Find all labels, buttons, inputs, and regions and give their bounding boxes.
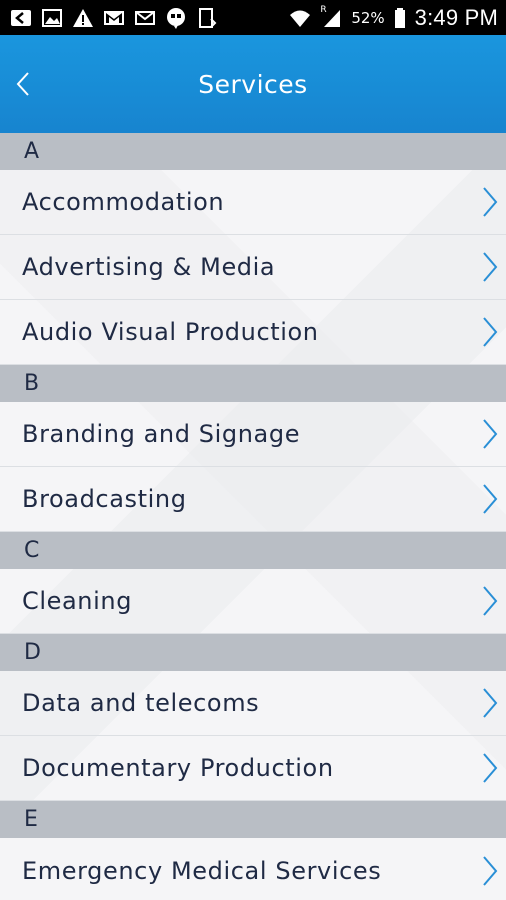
list-item-data-and-telecoms[interactable]: Data and telecoms <box>0 671 506 736</box>
chevron-right-icon <box>480 185 500 219</box>
list-item-cleaning[interactable]: Cleaning <box>0 569 506 634</box>
email-icon <box>134 7 156 29</box>
status-bar: R 52% 3:49 PM <box>0 0 506 35</box>
section-header-d: D <box>0 634 506 671</box>
list-item-label: Emergency Medical Services <box>22 856 382 885</box>
warning-icon <box>72 7 94 29</box>
list-item-label: Audio Visual Production <box>22 318 319 346</box>
app-header: Services <box>0 35 506 133</box>
roaming-indicator: R <box>320 4 327 15</box>
notification-icons <box>10 7 218 29</box>
section-header-e: E <box>0 801 506 838</box>
list-item-branding-and-signage[interactable]: Branding and Signage <box>0 402 506 467</box>
battery-percent: 52% <box>351 8 385 27</box>
chevron-right-icon <box>480 417 500 451</box>
list-item-audio-visual-production[interactable]: Audio Visual Production <box>0 300 506 365</box>
list-item-accommodation[interactable]: Accommodation <box>0 170 506 235</box>
chevron-right-icon <box>480 315 500 349</box>
list-item-advertising-media[interactable]: Advertising & Media <box>0 235 506 300</box>
back-button[interactable] <box>8 65 38 103</box>
chevron-right-icon <box>480 854 500 888</box>
wifi-icon <box>289 7 311 29</box>
back-arrow-icon <box>10 7 32 29</box>
signal-icon: R <box>320 4 342 29</box>
list-item-label: Accommodation <box>22 188 225 216</box>
hangouts-icon <box>165 7 187 29</box>
battery-icon <box>394 7 406 29</box>
chevron-right-icon <box>480 482 500 516</box>
chevron-right-icon <box>480 250 500 284</box>
section-header-a: A <box>0 133 506 170</box>
list-item-label: Cleaning <box>22 587 133 615</box>
chevron-right-icon <box>480 584 500 618</box>
services-list[interactable]: A Accommodation Advertising & Media Audi… <box>0 133 506 900</box>
chevron-left-icon <box>16 72 29 96</box>
page-title: Services <box>198 69 308 99</box>
list-item-label: Branding and Signage <box>22 420 301 448</box>
list-item-label: Data and telecoms <box>22 689 260 717</box>
list-item-label: Broadcasting <box>22 485 187 513</box>
system-status: R 52% 3:49 PM <box>289 5 498 31</box>
image-icon <box>41 7 63 29</box>
chevron-right-icon <box>480 686 500 720</box>
list-item-label: Advertising & Media <box>22 253 276 281</box>
chevron-right-icon <box>480 751 500 785</box>
list-item-emergency-medical-services[interactable]: Emergency Medical Services <box>0 838 506 900</box>
section-header-c: C <box>0 532 506 569</box>
list-item-label: Documentary Production <box>22 754 334 782</box>
list-item-broadcasting[interactable]: Broadcasting <box>0 467 506 532</box>
section-header-b: B <box>0 365 506 402</box>
list-item-documentary-production[interactable]: Documentary Production <box>0 736 506 801</box>
download-icon <box>196 7 218 29</box>
gmail-icon <box>103 7 125 29</box>
clock: 3:49 PM <box>414 4 498 30</box>
